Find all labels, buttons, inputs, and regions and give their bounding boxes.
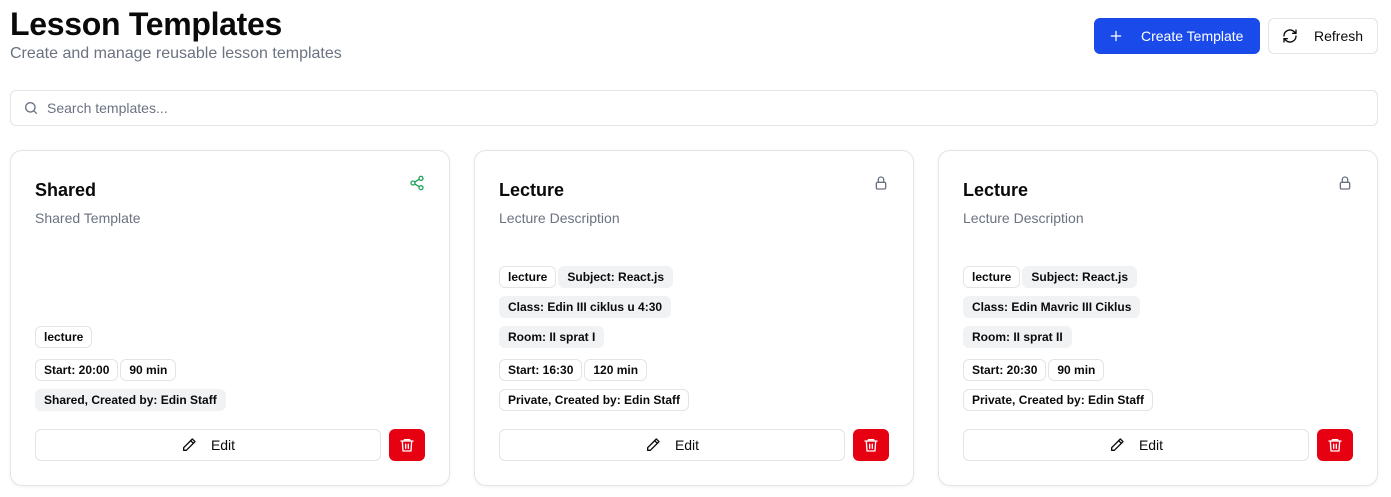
type-tag: lecture: [963, 266, 1021, 288]
type-tag: lecture: [35, 326, 93, 348]
trash-icon: [399, 437, 415, 453]
edit-label: Edit: [210, 437, 236, 453]
trash-icon: [1327, 437, 1343, 453]
template-card: Shared Shared Template lecture Start: 20…: [10, 150, 450, 486]
card-footer: Edit: [499, 429, 889, 461]
page-subtitle: Create and manage reusable lesson templa…: [10, 45, 342, 62]
visibility-tag: Shared, Created by: Edin Staff: [35, 389, 226, 411]
delete-button[interactable]: [389, 429, 425, 461]
template-card-list: Shared Shared Template lecture Start: 20…: [10, 150, 1378, 486]
room-tag: Room: II sprat II: [963, 326, 1072, 348]
card-footer: Edit: [963, 429, 1353, 461]
edit-button[interactable]: Edit: [963, 429, 1309, 461]
edit-label: Edit: [674, 437, 700, 453]
card-tags: lecture Subject: React.js Class: Edin II…: [499, 266, 690, 411]
delete-button[interactable]: [853, 429, 889, 461]
search-icon: [23, 100, 39, 116]
start-time-tag: Start: 20:00: [35, 359, 119, 381]
start-time-tag: Start: 20:30: [963, 359, 1047, 381]
pencil-icon: [181, 437, 197, 453]
subject-tag: Subject: React.js: [558, 266, 674, 288]
refresh-label: Refresh: [1314, 28, 1364, 44]
refresh-icon: [1282, 28, 1298, 44]
pencil-icon: [1109, 437, 1125, 453]
lock-icon: [873, 175, 889, 191]
edit-label: Edit: [1138, 437, 1164, 453]
lock-icon: [1337, 175, 1353, 191]
duration-tag: 120 min: [584, 359, 648, 381]
search-bar: [10, 90, 1378, 126]
edit-button[interactable]: Edit: [35, 429, 381, 461]
plus-icon: [1109, 29, 1123, 43]
page-header: Lesson Templates Create and manage reusa…: [10, 6, 342, 64]
class-tag: Class: Edin III ciklus u 4:30: [499, 296, 672, 318]
type-tag: lecture: [499, 266, 557, 288]
duration-tag: 90 min: [120, 359, 177, 381]
refresh-button[interactable]: Refresh: [1268, 18, 1378, 54]
card-title: Lecture: [963, 180, 1029, 200]
card-description: Shared Template: [35, 210, 141, 226]
template-card: Lecture Lecture Description lecture Subj…: [938, 150, 1378, 486]
trash-icon: [863, 437, 879, 453]
visibility-tag: Private, Created by: Edin Staff: [963, 389, 1154, 411]
duration-tag: 90 min: [1048, 359, 1105, 381]
start-time-tag: Start: 16:30: [499, 359, 583, 381]
room-tag: Room: II sprat I: [499, 326, 605, 348]
visibility-tag: Private, Created by: Edin Staff: [499, 389, 690, 411]
delete-button[interactable]: [1317, 429, 1353, 461]
card-tags: lecture Start: 20:00 90 min Shared, Crea…: [35, 326, 226, 411]
edit-button[interactable]: Edit: [499, 429, 845, 461]
card-description: Lecture Description: [499, 210, 620, 226]
card-tags: lecture Subject: React.js Class: Edin Ma…: [963, 266, 1154, 411]
header-actions: Create Template Refresh: [1094, 18, 1378, 54]
create-template-label: Create Template: [1141, 28, 1244, 44]
page-title: Lesson Templates: [10, 6, 283, 42]
subject-tag: Subject: React.js: [1022, 266, 1138, 288]
template-card: Lecture Lecture Description lecture Subj…: [474, 150, 914, 486]
card-description: Lecture Description: [963, 210, 1084, 226]
create-template-button[interactable]: Create Template: [1094, 18, 1260, 54]
card-title: Shared: [35, 180, 97, 200]
class-tag: Class: Edin Mavric III Ciklus: [963, 296, 1141, 318]
card-footer: Edit: [35, 429, 425, 461]
pencil-icon: [645, 437, 661, 453]
search-input[interactable]: [47, 100, 1347, 116]
card-title: Lecture: [499, 180, 565, 200]
share-icon: [409, 175, 425, 191]
